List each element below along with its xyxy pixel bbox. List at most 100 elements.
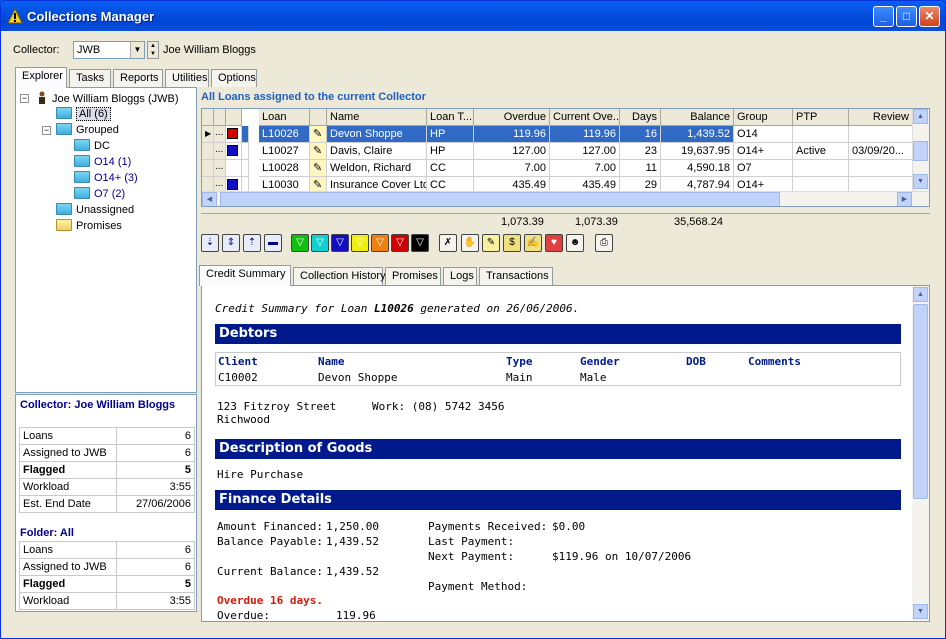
grid-header-group[interactable]: Group [734,109,793,126]
title-bar[interactable]: Collections Manager _ □ ✕ [1,1,945,31]
grid-header-balance[interactable]: Balance [661,109,734,126]
scroll-down-icon[interactable]: ▼ [913,604,928,619]
tab-collection-history[interactable]: Collection History [293,267,386,285]
minimize-button[interactable]: _ [873,6,894,27]
debtor-name: Devon Shoppe [318,371,398,384]
scroll-right-icon[interactable]: ▶ [897,192,912,206]
tree-item-grouped[interactable]: Grouped [56,123,119,139]
collector-spinner[interactable]: ▲ ▼ [147,41,159,59]
flag-tool-icon[interactable]: ▽ [291,234,309,252]
hand-icon[interactable]: ✋ [461,234,479,252]
work-phone: Work: (08) 5742 3456 [372,400,505,413]
person-icon[interactable]: ☻ [566,234,584,252]
grid-header-indicator[interactable] [202,109,214,126]
scroll-up-icon[interactable]: ▲ [913,109,928,124]
tree-item-o14[interactable]: O14 (1) [74,155,131,171]
scroll-thumb[interactable] [913,304,928,499]
grid-header-ptp[interactable]: PTP [793,109,849,126]
tab-explorer[interactable]: Explorer [15,67,67,88]
tab-reports[interactable]: Reports [113,69,163,87]
row-indicator[interactable] [202,143,214,160]
move-updown-icon[interactable]: ⇕ [222,234,240,252]
scroll-thumb[interactable] [913,141,928,161]
folder-icon [56,123,72,135]
col-client: Client [218,355,258,368]
tab-logs[interactable]: Logs [443,267,477,285]
flag-tool-icon[interactable]: ▽ [371,234,389,252]
tab-promises[interactable]: Promises [385,267,441,285]
ptp-icon[interactable]: ♥ [545,234,563,252]
grid-header-flag[interactable] [226,109,242,126]
tab-utilities[interactable]: Utilities [165,69,209,87]
grid-header-name[interactable]: Name [327,109,427,126]
scroll-up-icon[interactable]: ▲ [913,287,928,302]
tab-transactions[interactable]: Transactions [479,267,553,285]
stat-row: Workload 3:55 [19,592,195,610]
move-bottom-icon[interactable]: ▬ [264,234,282,252]
tab-tasks[interactable]: Tasks [69,69,111,87]
cell-group: O7 [734,160,793,177]
scroll-down-icon[interactable]: ▼ [913,174,928,189]
cell-review [849,126,913,143]
row-indicator[interactable]: ▶ [202,126,214,143]
grid-header-overdue[interactable]: Overdue [474,109,550,126]
clear-flag-icon[interactable]: ✗ [439,234,457,252]
grid-header-loan[interactable]: Loan [259,109,310,126]
cell-review: 03/09/20... [849,143,913,160]
grid-header-review[interactable]: Review [849,109,913,126]
scroll-left-icon[interactable]: ◀ [202,192,217,206]
tab-credit-summary[interactable]: Credit Summary [199,265,291,286]
grid-header-loan-type[interactable]: Loan T... [427,109,474,126]
tree-item-o7[interactable]: O7 (2) [74,187,125,203]
payments-received-label: Payments Received: [428,520,548,533]
flag-tool-icon[interactable]: ▽ [351,234,369,252]
collapse-icon[interactable]: − [42,126,51,135]
detail-scrollbar[interactable]: ▲ ▼ [912,286,929,621]
payment-icon[interactable]: $ [503,234,521,252]
collector-combo[interactable]: JWB ▼ [73,41,145,59]
hscroll-thumb[interactable] [220,192,780,206]
collapse-icon[interactable]: − [20,94,29,103]
chevron-down-icon[interactable]: ▼ [130,42,144,58]
tree-item-dc[interactable]: DC [74,139,110,155]
row-marker[interactable]: ... [214,143,226,160]
edit-note-icon[interactable]: ✍ [524,234,542,252]
grid-header-marker[interactable] [214,109,226,126]
flag-tool-icon[interactable]: ▽ [331,234,349,252]
col-gender: Gender [580,355,620,368]
grid-horizontal-scrollbar[interactable]: ◀ ▶ [202,191,929,206]
flag-icon [226,160,242,177]
tree-item-all[interactable]: All (6) [56,107,111,123]
grid-header-note[interactable] [310,109,327,126]
note-icon: ✎ [310,143,327,160]
loan-icon-spacer [242,126,249,143]
flag-tool-icon[interactable]: ▽ [391,234,409,252]
grid-vertical-scrollbar[interactable]: ▲ ▼ [912,109,929,191]
row-indicator[interactable] [202,160,214,177]
folder-stats-table: Loans 6 Assigned to JWB 6 Flagged 5 Workload 3:… [19,541,195,610]
flag-tool-icon[interactable]: ▽ [411,234,429,252]
row-marker[interactable]: ... [214,160,226,177]
flag-icon [227,128,238,139]
grid-header-current-overdue[interactable]: Current Ove... [550,109,620,126]
tab-options[interactable]: Options [211,69,257,87]
tree-item-unassigned[interactable]: Unassigned [56,203,134,219]
maximize-button[interactable]: □ [896,6,917,27]
flag-icon [227,145,238,156]
amount-financed-label: Amount Financed: [217,520,323,533]
move-down-icon[interactable]: ⇣ [201,234,219,252]
flag-tool-icon[interactable]: ▽ [311,234,329,252]
row-marker[interactable]: ... [214,126,226,143]
grid-header-days[interactable]: Days [620,109,661,126]
cell-overdue: 119.96 [474,126,550,143]
close-button[interactable]: ✕ [919,6,940,27]
explorer-tree: − Joe William Bloggs (JWB) All (6) − Gro… [15,87,197,393]
printer-icon[interactable]: ⎙ [595,234,613,252]
move-top-icon[interactable]: ⇡ [243,234,261,252]
debtors-table: Client Name Type Gender DOB Comments C10… [215,352,901,386]
cell-group: O14 [734,126,793,143]
tree-item-o14plus[interactable]: O14+ (3) [74,171,138,187]
tree-item-promises[interactable]: Promises [56,219,122,235]
note-icon[interactable]: ✎ [482,234,500,252]
tree-root[interactable]: Joe William Bloggs (JWB) [36,91,179,107]
